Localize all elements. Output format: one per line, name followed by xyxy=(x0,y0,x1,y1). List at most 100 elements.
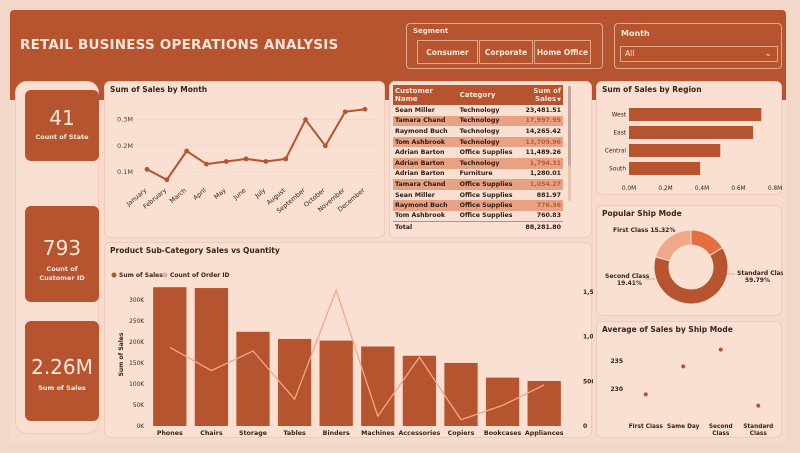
x-tick-label-line: Class xyxy=(712,431,730,437)
bar-south xyxy=(629,162,701,175)
x-tick-label: First Class xyxy=(629,424,664,430)
table-row[interactable]: Sean Miller Technology 23,481.51 xyxy=(393,105,563,116)
y-tick-label: 0.1M xyxy=(117,168,133,176)
table-row[interactable]: Adrian Barton Furniture 1,280.01 xyxy=(393,169,563,180)
table-row[interactable]: Tom Ashbrook Technology 13,709.96 xyxy=(393,136,563,148)
cell-customer-name: Sean Miller xyxy=(395,191,435,199)
data-point xyxy=(322,143,328,149)
x-tick-label: June xyxy=(232,187,248,202)
kpi-value: 2.26M xyxy=(31,355,93,379)
bar-phones xyxy=(153,287,187,426)
table-scrollbar[interactable] xyxy=(568,86,571,201)
total-value: 88,281.80 xyxy=(514,221,563,234)
slice-label-name: Standard Class xyxy=(737,270,783,277)
card-avg-sales-ship-mode: Average of Sales by Ship Mode 230 235 Firs… xyxy=(596,321,782,438)
table-row[interactable]: Sean Miller Office Supplies 881.97 xyxy=(393,190,563,201)
slice-label-name: Second Class xyxy=(605,273,650,280)
data-point xyxy=(756,403,761,408)
bar-tables xyxy=(277,338,312,426)
bar-machines xyxy=(361,346,395,426)
y-tick-label: 250K xyxy=(129,319,144,325)
data-point xyxy=(283,156,289,162)
kpi-card-count-state: 41 Count of State xyxy=(25,90,99,161)
table-row[interactable]: Tom Ashbrook Office Supplies 760.83 xyxy=(393,211,563,222)
cell-customer-name: Sean Miller xyxy=(395,106,435,114)
table-row[interactable]: Tamara Chand Technology 17,997.95 xyxy=(393,115,563,127)
x-tick-label: July xyxy=(253,187,267,200)
data-point xyxy=(243,156,249,162)
line-chart-sales-by-month: 0.1M0.2M0.3MJanuaryFebruary March April May… xyxy=(117,106,375,215)
x-tick-label: March xyxy=(169,187,188,205)
y-tick-label: 50K xyxy=(133,403,144,409)
legend-label: Count of Order ID xyxy=(170,272,230,279)
y-tick-label: East xyxy=(613,131,626,137)
y-tick-label: 0K xyxy=(137,424,145,430)
legend-marker-count xyxy=(162,272,168,278)
cell-customer-name: Tamara Chand xyxy=(393,179,458,190)
cell-category: Office Supplies xyxy=(459,149,513,157)
cell-customer-name: Adrian Barton xyxy=(393,157,458,169)
card-subcategory-sales-qty: Product Sub-Category Sales vs Quantity S… xyxy=(104,242,593,438)
table-row[interactable]: Tamara Chand Office Supplies 1,054.27 xyxy=(393,179,563,190)
segment-option-corporate[interactable]: Corporate xyxy=(479,40,533,64)
table-row[interactable]: Adrian Barton Office Supplies 11,489.26 xyxy=(393,147,563,158)
bar-west xyxy=(629,108,762,121)
y-tick-label: 0.3M xyxy=(117,116,133,124)
x-tick-label: 0.6M xyxy=(731,186,745,192)
cell-category: Office Supplies xyxy=(457,179,515,190)
table-row[interactable]: Raymond Buch Office Supplies 776.36 xyxy=(393,200,563,211)
cell-sum-of-sales: 1,054.27 xyxy=(514,179,563,190)
cell-customer-name: Adrian Barton xyxy=(395,170,445,178)
cell-category: Office Supplies xyxy=(459,191,513,199)
month-dropdown[interactable]: All ⌄ xyxy=(620,46,778,62)
month-slicer: Month All ⌄ xyxy=(614,23,782,69)
chevron-down-icon: ⌄ xyxy=(764,49,772,59)
total-label: Total xyxy=(393,221,458,234)
cell-category: Office Supplies xyxy=(457,200,515,211)
cell-category: Technology xyxy=(459,106,500,114)
scrollbar-thumb[interactable] xyxy=(568,86,571,166)
x-tick-label: 0.0M xyxy=(622,186,636,192)
kpi-label: Sum of Sales xyxy=(38,384,86,392)
x-tick-label: Phones xyxy=(157,430,183,437)
data-point xyxy=(681,364,686,369)
dashboard-frame: RETAIL BUSINESS OPERATIONS ANALYSIS Segm… xyxy=(10,10,786,442)
total-spacer xyxy=(457,221,515,234)
y-tick-label: 200K xyxy=(129,340,144,346)
data-point xyxy=(263,159,269,164)
slice-label: First Class 15.32% xyxy=(613,227,675,234)
segment-slicer-label: Segment xyxy=(413,27,449,35)
kpi-label: Count of State xyxy=(35,133,89,141)
x-tick-label-line: Class xyxy=(750,431,768,437)
x-tick-label: Same Day xyxy=(667,424,700,430)
bar-storage xyxy=(236,331,270,426)
y-tick-label: 235 xyxy=(610,358,623,365)
y-tick-label: Central xyxy=(605,149,626,155)
data-point xyxy=(184,148,190,154)
data-point xyxy=(164,177,170,183)
table-row[interactable]: Adrian Barton Technology 1,794.31 xyxy=(393,157,563,169)
y-tick-label: 100K xyxy=(129,382,144,388)
x-tick-label: Copiers xyxy=(448,430,475,437)
segment-option-home-office[interactable]: Home Office xyxy=(534,40,591,64)
column-header-sum-of-sales[interactable]: Sum of Sales▼ xyxy=(514,85,563,105)
cell-sum-of-sales: 760.83 xyxy=(536,212,561,220)
bar-chart-sales-by-region: 0.0M 0.2M 0.4M 0.6M 0.8M West East Central South xyxy=(605,108,782,192)
bar-binders xyxy=(319,340,353,426)
x-tick-label: Appliances xyxy=(525,430,564,437)
cell-customer-name: Adrian Barton xyxy=(395,149,445,157)
x-tick-label: Bookcases xyxy=(484,430,522,437)
combo-chart-subcategory: Sum of Sales Count of Order ID 0K 50K 100K 15… xyxy=(111,272,593,437)
month-slicer-label: Month xyxy=(621,29,650,38)
column-header-customer-name[interactable]: Customer Name xyxy=(393,85,458,105)
month-dropdown-value: All xyxy=(625,49,635,58)
data-point xyxy=(643,392,648,397)
table-total-row: Total 88,281.80 xyxy=(393,221,563,234)
series-line-sales xyxy=(146,108,366,182)
table-row[interactable]: Raymond Buch Technology 14,265.42 xyxy=(393,126,563,137)
bar-east xyxy=(629,126,754,139)
segment-option-consumer[interactable]: Consumer xyxy=(417,40,478,64)
column-header-category[interactable]: Category xyxy=(457,85,515,105)
card-sales-by-region: Sum of Sales by Region 0.0M 0.2M 0.4M 0.6M 0… xyxy=(596,81,782,195)
y2-tick-label: 0 xyxy=(583,423,587,430)
